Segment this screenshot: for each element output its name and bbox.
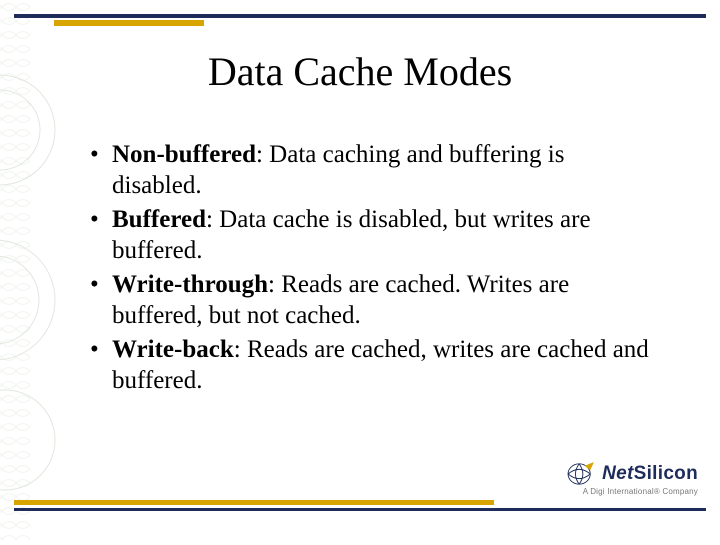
brand-name: NetSilicon <box>602 463 698 485</box>
bottom-rule <box>14 508 706 511</box>
top-rule <box>14 14 706 18</box>
brand-name-a: Net <box>602 463 634 484</box>
list-item: Non-buffered: Data caching and buffering… <box>90 140 660 201</box>
brand-logo-row: NetSilicon <box>566 462 698 486</box>
bullet-term: Non-buffered <box>112 141 256 168</box>
globe-icon <box>566 462 596 486</box>
brand-logo: NetSilicon A Digi International® Company <box>566 462 698 496</box>
list-item: Write-back: Reads are cached, writes are… <box>90 335 660 396</box>
bullet-term: Write-through <box>112 271 268 298</box>
slide-content: Non-buffered: Data caching and buffering… <box>90 140 660 400</box>
bottom-rule-accent <box>14 500 494 505</box>
list-item: Write-through: Reads are cached. Writes … <box>90 270 660 331</box>
bullet-list: Non-buffered: Data caching and buffering… <box>90 140 660 396</box>
slide-title: Data Cache Modes <box>0 48 720 95</box>
bullet-term: Buffered <box>112 206 206 233</box>
top-rule-accent <box>54 20 204 26</box>
bullet-term: Write-back <box>112 336 234 363</box>
brand-tagline: A Digi International® Company <box>583 487 698 496</box>
list-item: Buffered: Data cache is disabled, but wr… <box>90 205 660 266</box>
brand-name-b: Silicon <box>634 463 698 484</box>
